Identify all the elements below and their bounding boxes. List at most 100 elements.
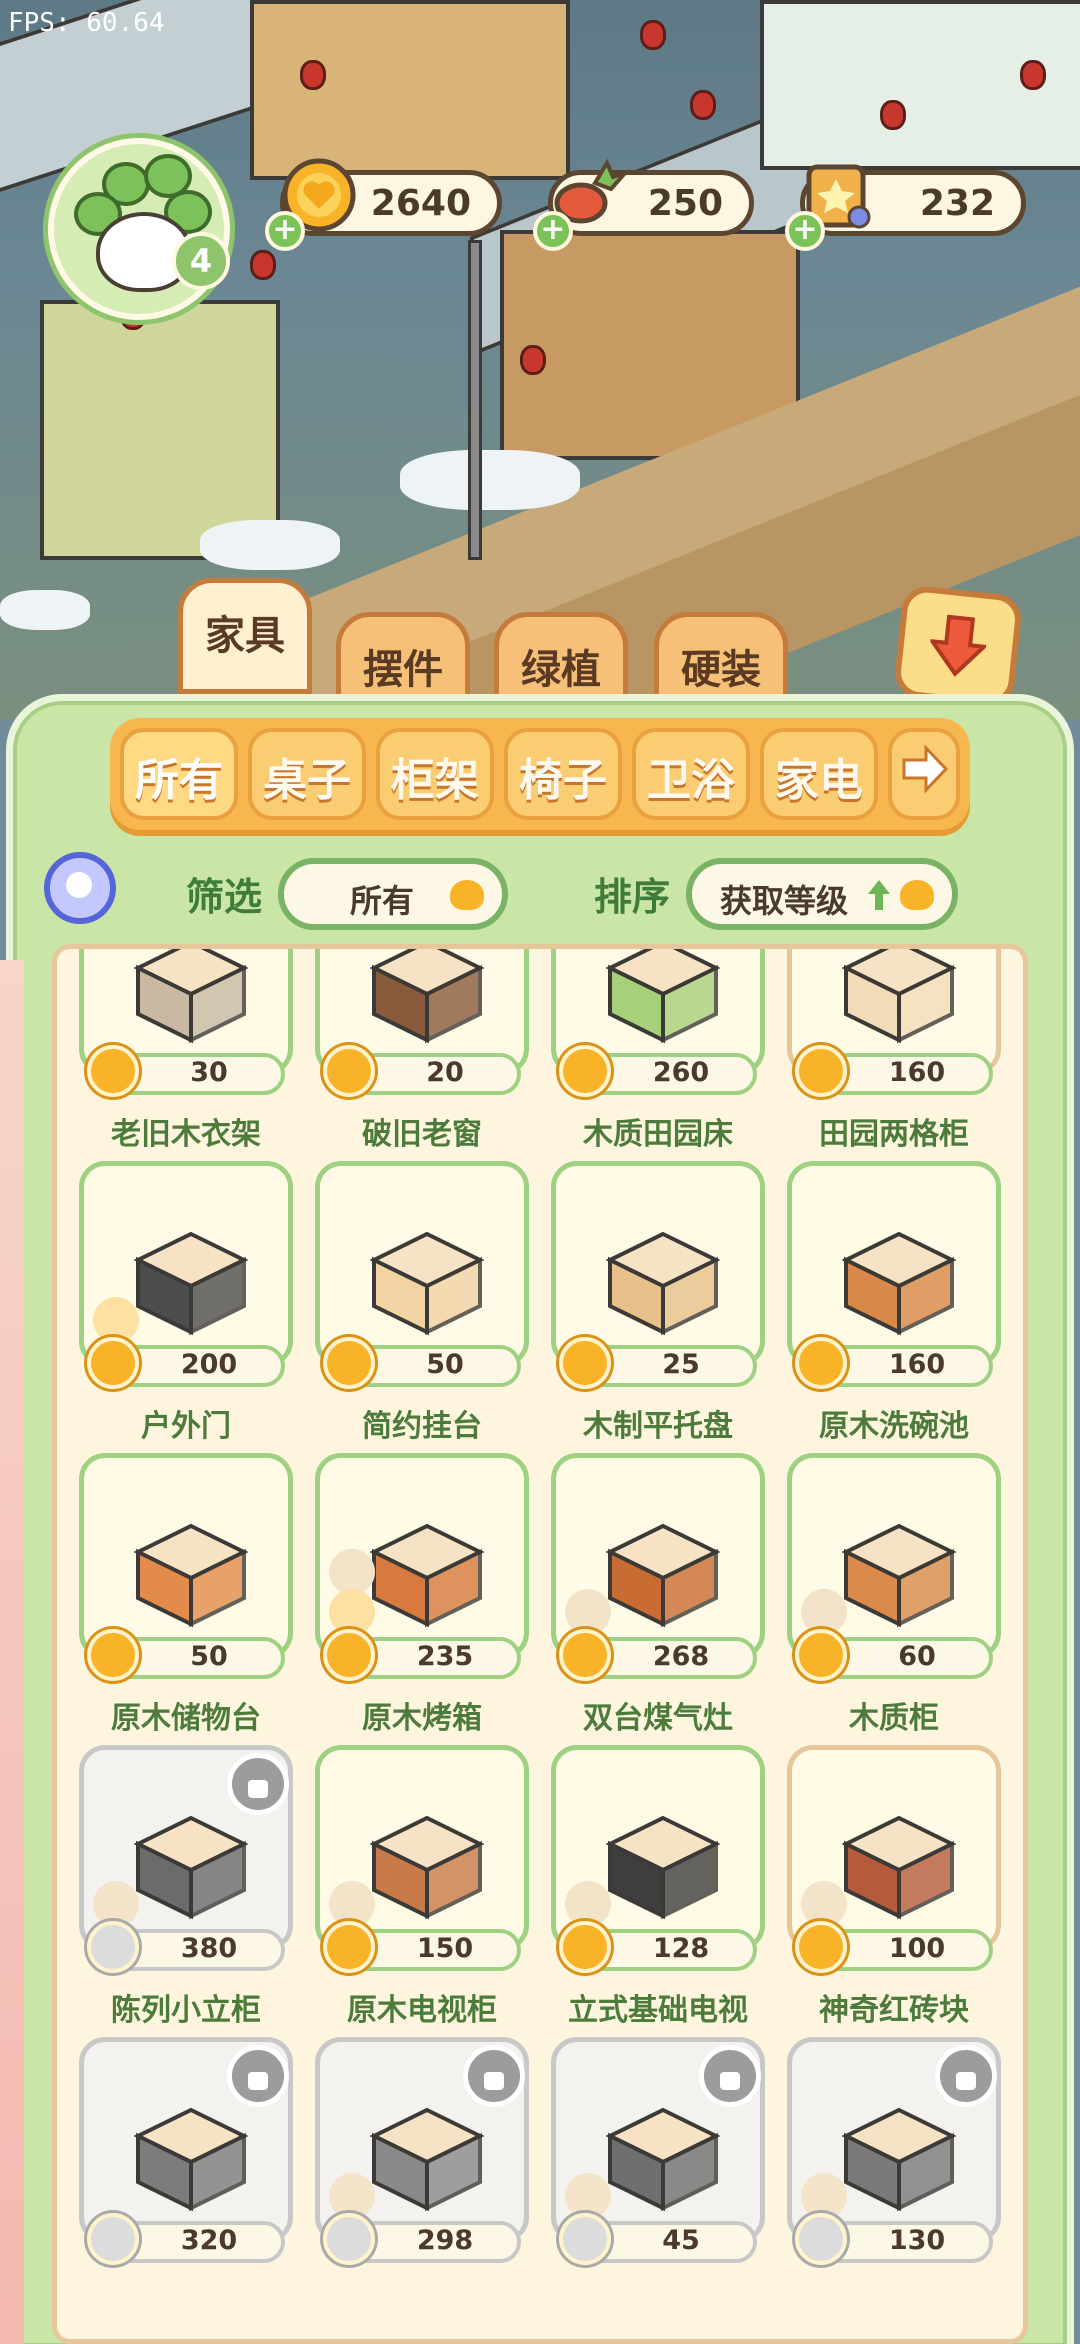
furniture-icon — [841, 949, 957, 1044]
subcategory-bar: 所有 桌子 柜架 椅子 卫浴 家电 — [110, 718, 970, 830]
coin-icon — [559, 1337, 611, 1389]
item-card[interactable]: 30 老旧木衣架 — [79, 949, 315, 1161]
item-price: 160 — [888, 1057, 946, 1088]
lock-icon — [227, 2045, 289, 2107]
item-card[interactable]: 25 木制平托盘 — [551, 1161, 787, 1453]
coin-icon — [87, 1045, 139, 1097]
add-carrots-button[interactable]: + — [533, 211, 573, 251]
filter-label: 筛选 — [186, 875, 263, 919]
item-card[interactable]: 150 原木电视柜 — [315, 1745, 551, 2037]
item-name: 户外门 — [141, 1409, 231, 1444]
item-card[interactable]: 50 原木储物台 — [79, 1453, 315, 1745]
item-card[interactable]: 45 — [551, 2037, 787, 2329]
item-price: 60 — [898, 1641, 936, 1672]
item-name: 原木洗碗池 — [819, 1409, 969, 1444]
item-card[interactable]: 60 木质柜 — [787, 1453, 1023, 1745]
item-price: 298 — [416, 2225, 474, 2256]
item-price: 320 — [180, 2225, 238, 2256]
coin-icon — [795, 2213, 847, 2265]
item-price: 268 — [652, 1641, 710, 1672]
item-price: 100 — [888, 1933, 946, 1964]
add-scrolls-button[interactable]: + — [785, 211, 825, 251]
item-card[interactable]: 160 原木洗碗池 — [787, 1161, 1023, 1453]
item-name: 老旧木衣架 — [111, 1117, 261, 1152]
resource-scrolls[interactable]: + 232 — [785, 164, 1026, 251]
coin-icon — [87, 1629, 139, 1681]
coin-icon — [559, 1921, 611, 1973]
sort-dropdown[interactable]: 获取等级 — [686, 858, 958, 930]
item-card[interactable]: 235 原木烤箱 — [315, 1453, 551, 1745]
item-price: 380 — [180, 1933, 238, 1964]
fps-counter: FPS: 60.64 — [8, 8, 165, 38]
item-price: 260 — [652, 1057, 710, 1088]
coin-count: 2640 — [370, 183, 471, 224]
coin-icon — [87, 1337, 139, 1389]
item-card[interactable]: 100 神奇红砖块 — [787, 1745, 1023, 2037]
arrow-down-icon — [928, 614, 989, 677]
subtab-bathroom[interactable]: 卫浴 — [632, 728, 750, 820]
furniture-icon — [133, 949, 249, 1044]
collapse-panel-button[interactable] — [892, 584, 1024, 708]
item-card[interactable]: 320 — [79, 2037, 315, 2329]
item-name: 田园两格柜 — [819, 1117, 969, 1152]
subtab-next-button[interactable] — [888, 728, 960, 820]
item-name: 双台煤气灶 — [583, 1701, 733, 1736]
leaf-icon — [329, 1881, 375, 1927]
item-price: 150 — [416, 1933, 474, 1964]
coin-icon — [795, 1337, 847, 1389]
panel-left-edge — [0, 960, 24, 2344]
item-card[interactable]: 200 户外门 — [79, 1161, 315, 1453]
item-card[interactable]: 130 — [787, 2037, 1023, 2329]
item-price: 160 — [888, 1349, 946, 1380]
coin-icon — [559, 1045, 611, 1097]
coin-icon — [795, 1921, 847, 1973]
leaf-icon — [565, 1881, 611, 1927]
item-price: 50 — [426, 1349, 464, 1380]
item-price: 200 — [180, 1349, 238, 1380]
player-avatar[interactable] — [48, 138, 230, 320]
coin-icon — [87, 2213, 139, 2265]
item-card[interactable]: 128 立式基础电视 — [551, 1745, 787, 2037]
filter-value: 所有 — [350, 882, 415, 920]
leaf-icon — [801, 2173, 847, 2219]
furniture-icon — [605, 1231, 721, 1336]
item-name: 简约挂台 — [362, 1409, 482, 1444]
item-grid: 30 老旧木衣架 20 破旧老窗 260 木质田园床 160 田园两格柜 200 户外门 50 简约挂… — [52, 944, 1028, 2344]
item-price: 25 — [662, 1349, 700, 1380]
arrow-right-icon — [902, 744, 949, 794]
item-card[interactable]: 268 双台煤气灶 — [551, 1453, 787, 1745]
leaf-icon — [329, 2173, 375, 2219]
item-name: 原木电视柜 — [347, 1993, 497, 2028]
coin-icon — [559, 1629, 611, 1681]
arrow-up-icon — [868, 880, 890, 910]
coin-icon — [323, 1337, 375, 1389]
item-card[interactable]: 298 — [315, 2037, 551, 2329]
dropdown-icon — [450, 880, 484, 910]
level-badge: 4 — [172, 232, 230, 290]
subtab-tables[interactable]: 桌子 — [248, 728, 366, 820]
item-card[interactable]: 160 田园两格柜 — [787, 949, 1023, 1161]
filter-dropdown[interactable]: 所有 — [278, 858, 508, 930]
lightbulb-icon — [93, 1297, 139, 1343]
subtab-all[interactable]: 所有 — [120, 728, 238, 820]
item-price: 50 — [190, 1641, 228, 1672]
coin-icon — [323, 1921, 375, 1973]
subtab-chairs[interactable]: 椅子 — [504, 728, 622, 820]
item-name: 破旧老窗 — [362, 1117, 482, 1152]
add-coins-button[interactable]: + — [265, 211, 305, 251]
item-card[interactable]: 50 简约挂台 — [315, 1161, 551, 1453]
furniture-icon — [841, 1231, 957, 1336]
item-card[interactable]: 20 破旧老窗 — [315, 949, 551, 1161]
lock-icon — [463, 2045, 525, 2107]
tab-furniture[interactable]: 家具 — [178, 578, 312, 694]
coin-icon — [323, 2213, 375, 2265]
item-card[interactable]: 260 木质田园床 — [551, 949, 787, 1161]
item-card[interactable]: 380 陈列小立柜 — [79, 1745, 315, 2037]
subtab-shelves[interactable]: 柜架 — [376, 728, 494, 820]
resource-coins[interactable]: + 2640 — [265, 158, 502, 251]
item-price: 30 — [190, 1057, 228, 1088]
subtab-appliances[interactable]: 家电 — [760, 728, 878, 820]
resource-carrots[interactable]: + 250 — [533, 158, 754, 251]
lock-icon — [699, 2045, 761, 2107]
search-icon[interactable] — [44, 852, 116, 924]
